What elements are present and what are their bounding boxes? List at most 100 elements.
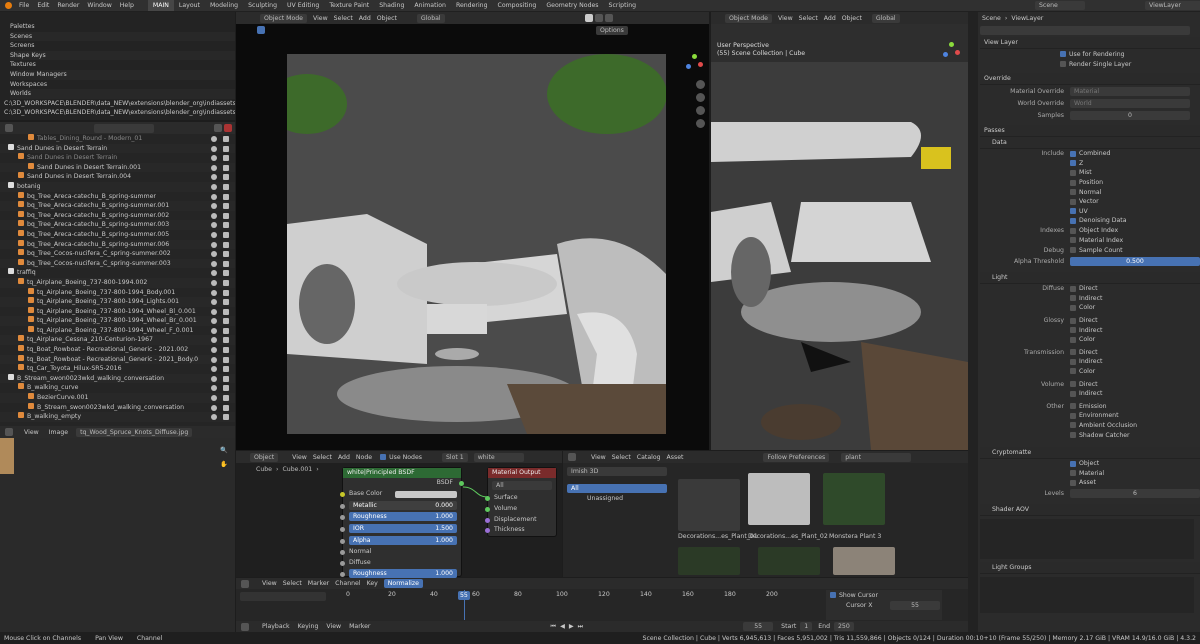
menu-select[interactable]: Select	[283, 580, 302, 587]
orientation-selector[interactable]: Global	[416, 13, 445, 23]
asset-thumb[interactable]	[823, 473, 885, 525]
pass-checkbox[interactable]	[1070, 285, 1076, 292]
workspace-tab[interactable]: Animation	[409, 0, 451, 11]
outliner-row[interactable]: bq_Tree_Areca-catechu_B_spring-summer.00…	[0, 229, 235, 240]
menu-view[interactable]: View	[778, 15, 793, 22]
light-groups-section[interactable]: Light Groups	[980, 561, 1200, 574]
levels-field[interactable]: 6	[1070, 489, 1200, 499]
outliner-row[interactable]: bq_Tree_Cocos-nucifera_C_spring-summer.0…	[0, 249, 235, 259]
render-icon[interactable]	[223, 145, 229, 152]
blendfile-item[interactable]: Window Managers	[10, 69, 235, 80]
hand-icon[interactable]: ✋	[220, 460, 228, 468]
pass-checkbox[interactable]	[1070, 217, 1076, 224]
render-single-layer-checkbox[interactable]	[1060, 61, 1066, 67]
pass-checkbox[interactable]	[1070, 169, 1076, 176]
pass-checkbox[interactable]	[1070, 304, 1076, 311]
outliner-row[interactable]: tq_Airplane_Boeing_737-800-1994.002	[0, 277, 235, 288]
viewport-left[interactable]: Object Mode View Select Add Object Globa…	[236, 12, 709, 450]
show-cursor-checkbox[interactable]	[830, 592, 836, 598]
frame-field[interactable]: 55	[743, 622, 774, 631]
pass-checkbox[interactable]	[1070, 390, 1076, 397]
workspace-tab[interactable]: Rendering	[451, 0, 493, 11]
asset-browser-icon[interactable]	[568, 453, 576, 461]
visibility-icon[interactable]	[211, 366, 217, 373]
pass-checkbox[interactable]	[1070, 432, 1076, 439]
outliner-row[interactable]: tq_Airplane_Boeing_737-800-1994_Lights.0…	[0, 297, 235, 307]
render-icon[interactable]	[223, 385, 229, 392]
render-icon[interactable]	[223, 318, 229, 325]
render-icon[interactable]	[223, 155, 229, 162]
viewport-right[interactable]: Object Mode View Select Add Object Globa…	[711, 12, 968, 450]
zoom-icon[interactable]: 🔍	[220, 446, 228, 454]
blendfile-item[interactable]: Screens	[10, 41, 235, 51]
outliner-row[interactable]: bq_Tree_Areca-catechu_B_spring-summer.00…	[0, 220, 235, 230]
menu-view[interactable]: View	[24, 429, 39, 436]
render-icon[interactable]	[223, 164, 229, 171]
visibility-icon[interactable]	[211, 212, 217, 219]
blendfile-path[interactable]: C:\3D_WORKSPACE\BLENDER\data_NEW\extensi…	[4, 108, 235, 117]
pass-checkbox[interactable]	[1070, 336, 1076, 343]
menu-marker[interactable]: Marker	[308, 580, 329, 587]
visibility-icon[interactable]	[211, 385, 217, 392]
outliner-row[interactable]: tq_Airplane_Cessna_210-Centurion-1967	[0, 335, 235, 346]
workspace-tab[interactable]: MAIN	[147, 0, 174, 11]
render-icon[interactable]	[223, 270, 229, 277]
material-override-field[interactable]: Material	[1070, 86, 1190, 96]
pass-checkbox[interactable]	[1070, 160, 1076, 167]
outliner-search[interactable]	[94, 123, 154, 133]
outliner-row[interactable]: bq_Tree_Areca-catechu_B_spring-summer.00…	[0, 201, 235, 211]
outliner-row[interactable]: Tables_Dining_Round - Modern_01	[0, 134, 235, 144]
menu-object[interactable]: Object	[842, 15, 862, 22]
workspace-tab[interactable]: Scripting	[604, 0, 642, 11]
menu-add[interactable]: Add	[359, 15, 371, 22]
cryptomatte-subsection[interactable]: Cryptomatte	[980, 446, 1200, 459]
select-box-icon[interactable]	[257, 26, 265, 34]
render-icon[interactable]	[223, 366, 229, 373]
pass-checkbox[interactable]	[1070, 479, 1076, 486]
pass-checkbox[interactable]	[1070, 237, 1076, 244]
menu-edit[interactable]: Edit	[37, 2, 49, 9]
pass-checkbox[interactable]	[1070, 368, 1076, 375]
outliner-row[interactable]: bq_Tree_Areca-catechu_B_spring-summer.00…	[0, 239, 235, 250]
image-name[interactable]: tq_Wood_Spruce_Knots_Diffuse.jpg	[76, 427, 193, 437]
asset-thumb[interactable]	[748, 473, 810, 525]
pass-checkbox[interactable]	[1070, 327, 1076, 334]
visibility-icon[interactable]	[211, 270, 217, 277]
outliner-row[interactable]: BezierCurve.001	[0, 393, 235, 403]
camera-icon[interactable]	[696, 106, 705, 115]
render-icon[interactable]	[223, 212, 229, 219]
alpha-threshold-field[interactable]: 0.500	[1070, 257, 1200, 267]
play-icon[interactable]: ▶	[569, 623, 574, 630]
pass-checkbox[interactable]	[1070, 358, 1076, 365]
blender-logo-icon[interactable]	[5, 2, 12, 9]
shading-render-icon[interactable]	[604, 14, 613, 22]
outliner-row[interactable]: Sand Dunes in Desert Terrain	[0, 143, 235, 154]
menu-help[interactable]: Help	[120, 2, 134, 9]
pass-checkbox[interactable]	[1070, 150, 1076, 157]
menu-keying[interactable]: Keying	[298, 623, 319, 630]
workspace-tab[interactable]: Texture Paint	[324, 0, 374, 11]
visibility-icon[interactable]	[211, 308, 217, 315]
passes-section[interactable]: Passes	[980, 125, 1200, 137]
render-icon[interactable]	[223, 337, 229, 344]
blendfile-item[interactable]: Worlds	[10, 89, 235, 99]
visibility-icon[interactable]	[211, 356, 217, 363]
render-icon[interactable]	[223, 203, 229, 210]
render-icon[interactable]	[223, 289, 229, 296]
outliner-row[interactable]: B_Stream_swon0023wkd_walking_conversatio…	[0, 402, 235, 413]
timeline-icon[interactable]	[241, 622, 249, 631]
viewlayer-selector[interactable]: ViewLayer	[1145, 1, 1200, 10]
outliner-row[interactable]: bq_Tree_Areca-catechu_B_spring-summer.00…	[0, 210, 235, 221]
menu-add[interactable]: Add	[824, 15, 836, 22]
visibility-icon[interactable]	[211, 299, 217, 306]
render-icon[interactable]	[223, 404, 229, 411]
nav-gizmo[interactable]	[684, 54, 704, 74]
channel-search[interactable]	[240, 592, 326, 601]
outliner-row[interactable]: tq_Car_Toyota_Hilux-SR5-2016	[0, 364, 235, 374]
mode-selector[interactable]: Object Mode	[260, 13, 307, 23]
workspace-tab[interactable]: Compositing	[493, 0, 542, 11]
mode-selector[interactable]: Object Mode	[725, 13, 772, 23]
light-subsection[interactable]: Light	[980, 271, 1200, 284]
workspace-tab[interactable]: Layout	[174, 0, 205, 11]
outliner-row[interactable]: tq_Boat_Rowboat - Recreational_Generic -…	[0, 345, 235, 355]
